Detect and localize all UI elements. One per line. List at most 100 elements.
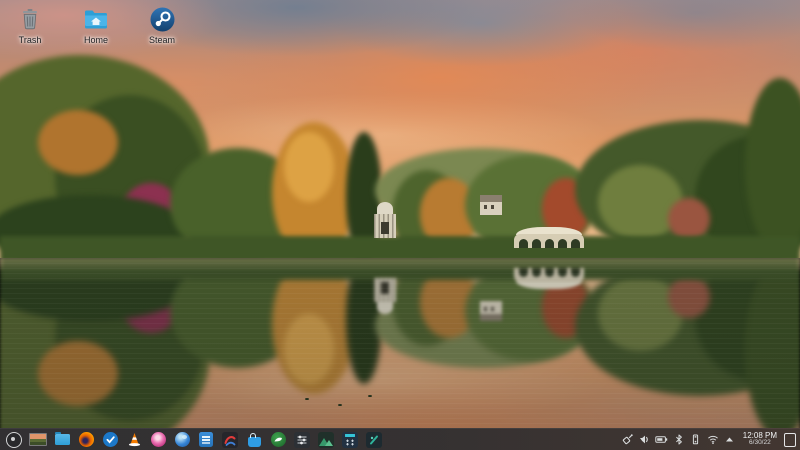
taskbar-file-manager[interactable] — [53, 430, 71, 450]
calculator-icon — [342, 431, 358, 448]
red-bush — [668, 198, 710, 240]
waterline-bushes — [0, 236, 800, 258]
taskbar-globe-browser[interactable] — [173, 430, 191, 450]
mixer-settings-icon — [294, 431, 310, 448]
palladian-bridge — [514, 266, 584, 289]
bridge-arch — [558, 268, 567, 277]
check-app-icon — [102, 432, 118, 447]
digital-clock[interactable]: 12:08 PM 6/30/22 — [739, 431, 781, 447]
golden-tree-highlight — [284, 314, 334, 384]
taskbar-paint-app[interactable] — [221, 430, 239, 450]
wallpaper — [0, 0, 800, 450]
desktop-pager-icon — [29, 433, 47, 446]
firefox-icon — [78, 432, 94, 447]
desktop-icon-grid: Trash Home Steam — [4, 6, 188, 45]
expand-tray-button[interactable] — [722, 430, 738, 450]
bridge-arch — [571, 239, 580, 248]
house-windows — [484, 205, 487, 209]
stone-house — [480, 301, 502, 321]
vlc-icon — [128, 433, 140, 447]
clock-date: 6/30/22 — [749, 439, 771, 447]
taskbar-photos[interactable] — [317, 430, 335, 450]
palladian-bridge — [514, 227, 584, 250]
duck — [338, 404, 342, 406]
wallpaper-scene-mirror — [0, 258, 800, 428]
app-launcher-button[interactable] — [5, 430, 23, 450]
desktop-icon-steam[interactable]: Steam — [136, 6, 188, 45]
taskbar-media-orb[interactable] — [149, 430, 167, 450]
app-launcher-icon — [6, 431, 22, 448]
bluetooth-tray[interactable] — [671, 430, 687, 450]
photos-app-icon — [318, 431, 334, 448]
bridge-arch — [519, 239, 528, 248]
steam-icon — [149, 6, 175, 32]
wifi-icon — [707, 435, 718, 445]
bridge-arch — [571, 268, 580, 277]
desktop-icon-label: Home — [83, 35, 108, 45]
taskbar-panel: 12:08 PM 6/30/22 — [0, 428, 800, 450]
house-roof — [480, 314, 502, 321]
mountain-shape — [325, 439, 333, 446]
stone-house — [480, 195, 502, 215]
discover-store-icon — [247, 432, 261, 447]
taskbar-text-editor[interactable] — [197, 430, 215, 450]
media-orb-icon — [150, 432, 166, 447]
house-roof — [480, 195, 502, 202]
wifi-tray[interactable] — [705, 430, 721, 450]
calc-screen — [345, 434, 355, 437]
desktop-icon-home[interactable]: Home — [70, 6, 122, 45]
pantheon-temple — [370, 202, 400, 242]
trash-icon — [17, 6, 43, 32]
bridge-parapet — [516, 281, 582, 289]
waterline-bushes — [0, 258, 800, 280]
desktop-screen: Trash Home Steam 12:08 PM 6/30/22 — [0, 0, 800, 450]
removable-device-icon — [693, 434, 699, 445]
expand-tray-icon — [726, 437, 734, 442]
battery-icon — [655, 436, 668, 443]
taskbar-left-group — [0, 430, 383, 450]
desktop-icon-label: Steam — [148, 35, 175, 45]
autumn-tree — [38, 110, 118, 175]
taskbar-discover[interactable] — [245, 430, 263, 450]
bridge-arch — [558, 239, 567, 248]
bluetooth-icon — [675, 434, 682, 445]
desktop-icon-label: Trash — [18, 35, 42, 45]
volume-icon — [640, 435, 649, 444]
kde-connect-tray[interactable] — [620, 430, 636, 450]
duck — [305, 398, 309, 400]
desktop-icon-trash[interactable]: Trash — [4, 6, 56, 45]
battery-tray[interactable] — [654, 430, 670, 450]
show-desktop-icon — [783, 432, 796, 447]
temple-door — [381, 222, 389, 234]
kde-connect-icon — [623, 434, 633, 445]
lake-reflection — [0, 258, 800, 428]
taskbar-green-animal-app[interactable] — [269, 430, 287, 450]
volume-tray[interactable] — [637, 430, 653, 450]
taskbar-mixer-settings[interactable] — [293, 430, 311, 450]
show-desktop-button[interactable] — [782, 430, 797, 450]
golden-tree-highlight — [284, 132, 334, 202]
temple-door — [381, 282, 389, 294]
taskbar-vlc[interactable] — [125, 430, 143, 450]
autumn-tree — [38, 341, 118, 406]
duck — [368, 395, 372, 397]
bridge-arch — [545, 239, 554, 248]
video-editor-icon — [366, 431, 382, 448]
temple-dome — [377, 300, 393, 314]
taskbar-pager[interactable] — [29, 430, 47, 450]
taskbar-calculator[interactable] — [341, 430, 359, 450]
text-editor-icon — [199, 432, 213, 447]
taskbar-firefox[interactable] — [77, 430, 95, 450]
bridge-arch — [532, 268, 541, 277]
bridge-arch — [519, 268, 528, 277]
house-windows — [484, 307, 487, 311]
file-manager-icon — [54, 432, 70, 445]
home-folder-icon — [83, 6, 109, 32]
taskbar-video-editor[interactable] — [365, 430, 383, 450]
bridge-arch — [545, 268, 554, 277]
green-animal-app-icon — [270, 432, 286, 447]
removable-device-tray[interactable] — [688, 430, 704, 450]
globe-browser-icon — [174, 432, 190, 447]
taskbar-check-app[interactable] — [101, 430, 119, 450]
system-tray: 12:08 PM 6/30/22 — [620, 430, 800, 450]
